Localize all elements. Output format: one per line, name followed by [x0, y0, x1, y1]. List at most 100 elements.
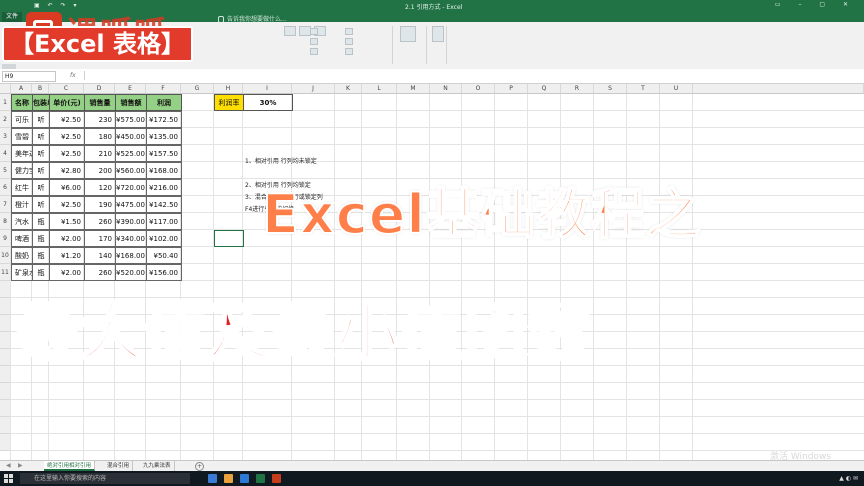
table-cell[interactable]: ¥156.00	[146, 264, 182, 281]
column-header[interactable]: K	[335, 84, 362, 94]
hide-icon[interactable]	[310, 38, 318, 45]
column-header[interactable]: T	[627, 84, 660, 94]
table-cell[interactable]: ¥216.00	[146, 179, 182, 196]
table-cell[interactable]: 可乐	[11, 111, 33, 128]
add-sheet-button[interactable]: +	[195, 462, 204, 471]
table-cell[interactable]: ¥157.50	[146, 145, 182, 162]
column-header[interactable]: H	[214, 84, 243, 94]
table-cell[interactable]: ¥1.50	[49, 213, 85, 230]
column-header[interactable]: S	[594, 84, 627, 94]
table-cell[interactable]: 180	[84, 128, 116, 145]
table-cell[interactable]: ¥2.80	[49, 162, 85, 179]
table-cell[interactable]: ¥520.00	[115, 264, 147, 281]
table-cell[interactable]: 听	[32, 162, 50, 179]
table-cell[interactable]: ¥525.00	[115, 145, 147, 162]
table-header-cell[interactable]: 销售额	[115, 94, 147, 111]
table-cell[interactable]: ¥6.00	[49, 179, 85, 196]
table-cell[interactable]: 瓶	[32, 264, 50, 281]
file-explorer-icon[interactable]	[224, 474, 233, 483]
table-cell[interactable]: ¥2.50	[49, 128, 85, 145]
table-cell[interactable]: ¥1.20	[49, 247, 85, 264]
column-header[interactable]: L	[362, 84, 397, 94]
sheet-nav-left-icon[interactable]: ◀	[6, 462, 11, 469]
column-header[interactable]: B	[32, 84, 49, 94]
table-cell[interactable]: ¥50.40	[146, 247, 182, 264]
table-cell[interactable]: 120	[84, 179, 116, 196]
table-cell[interactable]: 170	[84, 230, 116, 247]
table-cell[interactable]: 汽水	[11, 213, 33, 230]
table-cell[interactable]: ¥2.00	[49, 230, 85, 247]
reset-position-icon[interactable]	[345, 48, 353, 55]
table-cell[interactable]: 红牛	[11, 179, 33, 196]
table-cell[interactable]: ¥2.50	[49, 145, 85, 162]
excel-taskbar-icon[interactable]	[256, 474, 265, 483]
table-cell[interactable]: 酸奶	[11, 247, 33, 264]
table-cell[interactable]: ¥475.00	[115, 196, 147, 213]
table-cell[interactable]: 听	[32, 196, 50, 213]
table-cell[interactable]: ¥340.00	[115, 230, 147, 247]
name-box[interactable]: H9	[2, 71, 56, 82]
table-cell[interactable]: 200	[84, 162, 116, 179]
table-cell[interactable]: 260	[84, 264, 116, 281]
column-header[interactable]: Q	[528, 84, 561, 94]
edge-icon[interactable]	[240, 474, 249, 483]
sheet-tab[interactable]: 绝对引用相对引用	[44, 461, 96, 471]
table-header-cell[interactable]: 利润	[146, 94, 182, 111]
table-cell[interactable]: 美年达	[11, 145, 33, 162]
table-cell[interactable]: 瓶	[32, 230, 50, 247]
table-cell[interactable]: ¥575.00	[115, 111, 147, 128]
table-cell[interactable]: 140	[84, 247, 116, 264]
column-header[interactable]: J	[292, 84, 335, 94]
powerpoint-taskbar-icon[interactable]	[272, 474, 281, 483]
fx-icon[interactable]: fx	[70, 72, 76, 79]
profit-rate-value[interactable]: 30%	[243, 94, 293, 111]
table-cell[interactable]: 矿泉水	[11, 264, 33, 281]
table-cell[interactable]: 听	[32, 111, 50, 128]
column-header[interactable]: N	[430, 84, 462, 94]
task-view-icon[interactable]	[208, 474, 217, 483]
sync-scroll-icon[interactable]	[345, 38, 353, 45]
column-header[interactable]: G	[181, 84, 214, 94]
unhide-icon[interactable]	[310, 48, 318, 55]
table-header-cell[interactable]: 销售量	[84, 94, 116, 111]
table-cell[interactable]: 雪碧	[11, 128, 33, 145]
column-header[interactable]: P	[495, 84, 528, 94]
table-cell[interactable]: 听	[32, 128, 50, 145]
column-header[interactable]: R	[561, 84, 594, 94]
table-cell[interactable]: ¥102.00	[146, 230, 182, 247]
table-cell[interactable]: ¥172.50	[146, 111, 182, 128]
table-cell[interactable]: ¥168.00	[146, 162, 182, 179]
table-cell[interactable]: ¥168.00	[115, 247, 147, 264]
table-cell[interactable]: ¥450.00	[115, 128, 147, 145]
table-cell[interactable]: 听	[32, 179, 50, 196]
column-header[interactable]: O	[462, 84, 495, 94]
file-tab[interactable]: 文件	[2, 12, 23, 22]
table-cell[interactable]: 瓶	[32, 247, 50, 264]
table-cell[interactable]: 啤酒	[11, 230, 33, 247]
table-cell[interactable]: ¥135.00	[146, 128, 182, 145]
split-icon[interactable]	[310, 28, 318, 35]
select-all-corner[interactable]	[0, 84, 11, 94]
table-cell[interactable]: ¥2.00	[49, 264, 85, 281]
table-cell[interactable]: 听	[32, 145, 50, 162]
column-header[interactable]: F	[146, 84, 181, 94]
table-cell[interactable]: 190	[84, 196, 116, 213]
table-cell[interactable]: ¥560.00	[115, 162, 147, 179]
system-tray[interactable]: ▲ ◐ ✉	[839, 475, 858, 482]
table-cell[interactable]: 210	[84, 145, 116, 162]
table-header-cell[interactable]: 单价(元)	[49, 94, 85, 111]
switch-windows-icon[interactable]	[400, 26, 416, 42]
column-header[interactable]: E	[115, 84, 146, 94]
active-cell-cursor[interactable]	[214, 230, 244, 247]
table-header-cell[interactable]: 包装单位	[32, 94, 50, 111]
macros-icon[interactable]	[432, 26, 444, 42]
formula-input[interactable]	[84, 71, 855, 80]
table-cell[interactable]: ¥142.50	[146, 196, 182, 213]
sheet-tab[interactable]: 九九乘法表	[140, 461, 175, 471]
column-header[interactable]: D	[84, 84, 115, 94]
sheet-tab[interactable]: 混合引用	[104, 461, 134, 471]
column-header[interactable]: A	[11, 84, 32, 94]
windows-start-icon[interactable]	[4, 474, 13, 483]
sheet-nav-right-icon[interactable]: ▶	[18, 462, 23, 469]
table-cell[interactable]: 橙汁	[11, 196, 33, 213]
